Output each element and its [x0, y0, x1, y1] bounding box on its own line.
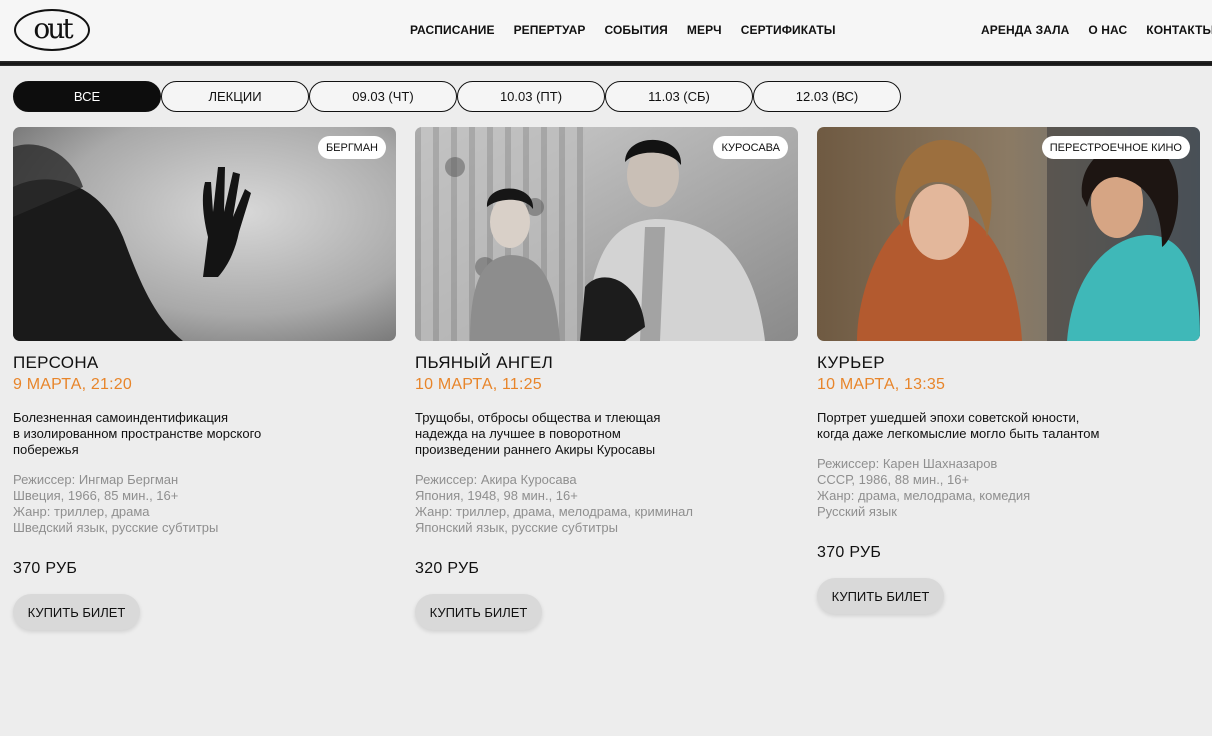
filter-date-1003[interactable]: 10.03 (ПТ): [457, 81, 605, 112]
film-genre: Жанр: триллер, драма, мелодрама, кримина…: [415, 504, 693, 519]
main-nav: РАСПИСАНИЕ РЕПЕРТУАР СОБЫТИЯ МЕРЧ СЕРТИФ…: [410, 23, 855, 37]
film-price: 320 РУБ: [415, 560, 480, 577]
film-datetime: 10 МАРТА, 13:35: [817, 376, 946, 393]
buy-ticket-button[interactable]: КУПИТЬ БИЛЕТ: [415, 594, 542, 630]
film-card-drunken-angel: КУРОСАВА ПЬЯНЫЙ АНГЕЛ 10 МАРТА, 11:25 Тр…: [415, 127, 798, 630]
description-line: Болезненная самоиндентификация: [13, 410, 229, 425]
nav-merch[interactable]: МЕРЧ: [687, 23, 722, 37]
nav-about[interactable]: О НАС: [1088, 23, 1127, 37]
description-line: Трущобы, отбросы общества и тлеющая: [415, 410, 661, 425]
filter-bar: ВСЕ ЛЕКЦИИ 09.03 (ЧТ) 10.03 (ПТ) 11.03 (…: [13, 81, 901, 112]
description-line: произведении раннего Акиры Куросавы: [415, 442, 656, 457]
film-tag: БЕРГМАН: [317, 136, 386, 159]
film-meta: Режиссер: Ингмар Бергман Швеция, 1966, 8…: [13, 472, 396, 536]
header-divider: [0, 61, 1212, 66]
film-country-year: СССР, 1986, 88 мин., 16+: [817, 472, 970, 487]
secondary-nav: АРЕНДА ЗАЛА О НАС КОНТАКТЫ: [981, 23, 1212, 37]
film-price: 370 РУБ: [817, 544, 882, 561]
nav-events[interactable]: СОБЫТИЯ: [605, 23, 668, 37]
filter-date-1203[interactable]: 12.03 (ВС): [753, 81, 901, 112]
buy-ticket-button[interactable]: КУПИТЬ БИЛЕТ: [817, 578, 944, 614]
description-line: надежда на лучшее в поворотном: [415, 426, 621, 441]
description-line: Портрет ушедшей эпохи советской юности,: [817, 410, 1080, 425]
filter-lectures[interactable]: ЛЕКЦИИ: [161, 81, 309, 112]
filter-date-0903[interactable]: 09.03 (ЧТ): [309, 81, 457, 112]
film-genre: Жанр: триллер, драма: [13, 504, 150, 519]
filter-all[interactable]: ВСЕ: [13, 81, 161, 112]
film-description: Болезненная самоиндентификация в изолиро…: [13, 410, 273, 458]
film-title[interactable]: ПЬЯНЫЙ АНГЕЛ: [415, 353, 798, 373]
film-tag: КУРОСАВА: [713, 136, 788, 159]
film-country-year: Япония, 1948, 98 мин., 16+: [415, 488, 578, 503]
film-genre: Жанр: драма, мелодрама, комедия: [817, 488, 1031, 503]
filter-date-1103[interactable]: 11.03 (СБ): [605, 81, 753, 112]
film-language: Русский язык: [817, 504, 897, 519]
film-description: Портрет ушедшей эпохи советской юности, …: [817, 410, 1100, 442]
film-meta: Режиссер: Акира Куросава Япония, 1948, 9…: [415, 472, 798, 536]
site-header: out РАСПИСАНИЕ РЕПЕРТУАР СОБЫТИЯ МЕРЧ СЕ…: [0, 0, 1212, 62]
film-language: Японский язык, русские субтитры: [415, 520, 618, 535]
film-director: Режиссер: Акира Куросава: [415, 472, 577, 487]
film-poster[interactable]: БЕРГМАН: [13, 127, 396, 341]
film-director: Режиссер: Карен Шахназаров: [817, 456, 998, 471]
buy-ticket-button[interactable]: КУПИТЬ БИЛЕТ: [13, 594, 140, 630]
film-description: Трущобы, отбросы общества и тлеющая наде…: [415, 410, 675, 458]
logo[interactable]: out: [14, 9, 90, 51]
film-title[interactable]: КУРЬЕР: [817, 353, 1200, 373]
film-title[interactable]: ПЕРСОНА: [13, 353, 396, 373]
nav-contacts[interactable]: КОНТАКТЫ: [1146, 23, 1212, 37]
nav-repertoire[interactable]: РЕПЕРТУАР: [514, 23, 586, 37]
film-director: Режиссер: Ингмар Бергман: [13, 472, 179, 487]
film-poster[interactable]: КУРОСАВА: [415, 127, 798, 341]
film-datetime: 10 МАРТА, 11:25: [415, 376, 542, 393]
description-line: когда даже легкомыслие могло быть талант…: [817, 426, 1100, 441]
film-price: 370 РУБ: [13, 560, 78, 577]
film-poster[interactable]: ПЕРЕСТРОЕЧНОЕ КИНО: [817, 127, 1200, 341]
film-country-year: Швеция, 1966, 85 мин., 16+: [13, 488, 179, 503]
film-tag: ПЕРЕСТРОЕЧНОЕ КИНО: [1041, 136, 1190, 159]
film-card-courier: ПЕРЕСТРОЕЧНОЕ КИНО КУРЬЕР 10 МАРТА, 13:3…: [817, 127, 1200, 614]
film-card-persona: БЕРГМАН ПЕРСОНА 9 МАРТА, 21:20 Болезненн…: [13, 127, 396, 630]
film-language: Шведский язык, русские субтитры: [13, 520, 219, 535]
film-datetime: 9 МАРТА, 21:20: [13, 376, 132, 393]
logo-text: out: [33, 11, 73, 45]
description-line: побережья: [13, 442, 79, 457]
nav-schedule[interactable]: РАСПИСАНИЕ: [410, 23, 495, 37]
nav-certificates[interactable]: СЕРТИФИКАТЫ: [741, 23, 836, 37]
nav-hall-rental[interactable]: АРЕНДА ЗАЛА: [981, 23, 1069, 37]
film-meta: Режиссер: Карен Шахназаров СССР, 1986, 8…: [817, 456, 1200, 520]
description-line: в изолированном пространстве морского: [13, 426, 262, 441]
